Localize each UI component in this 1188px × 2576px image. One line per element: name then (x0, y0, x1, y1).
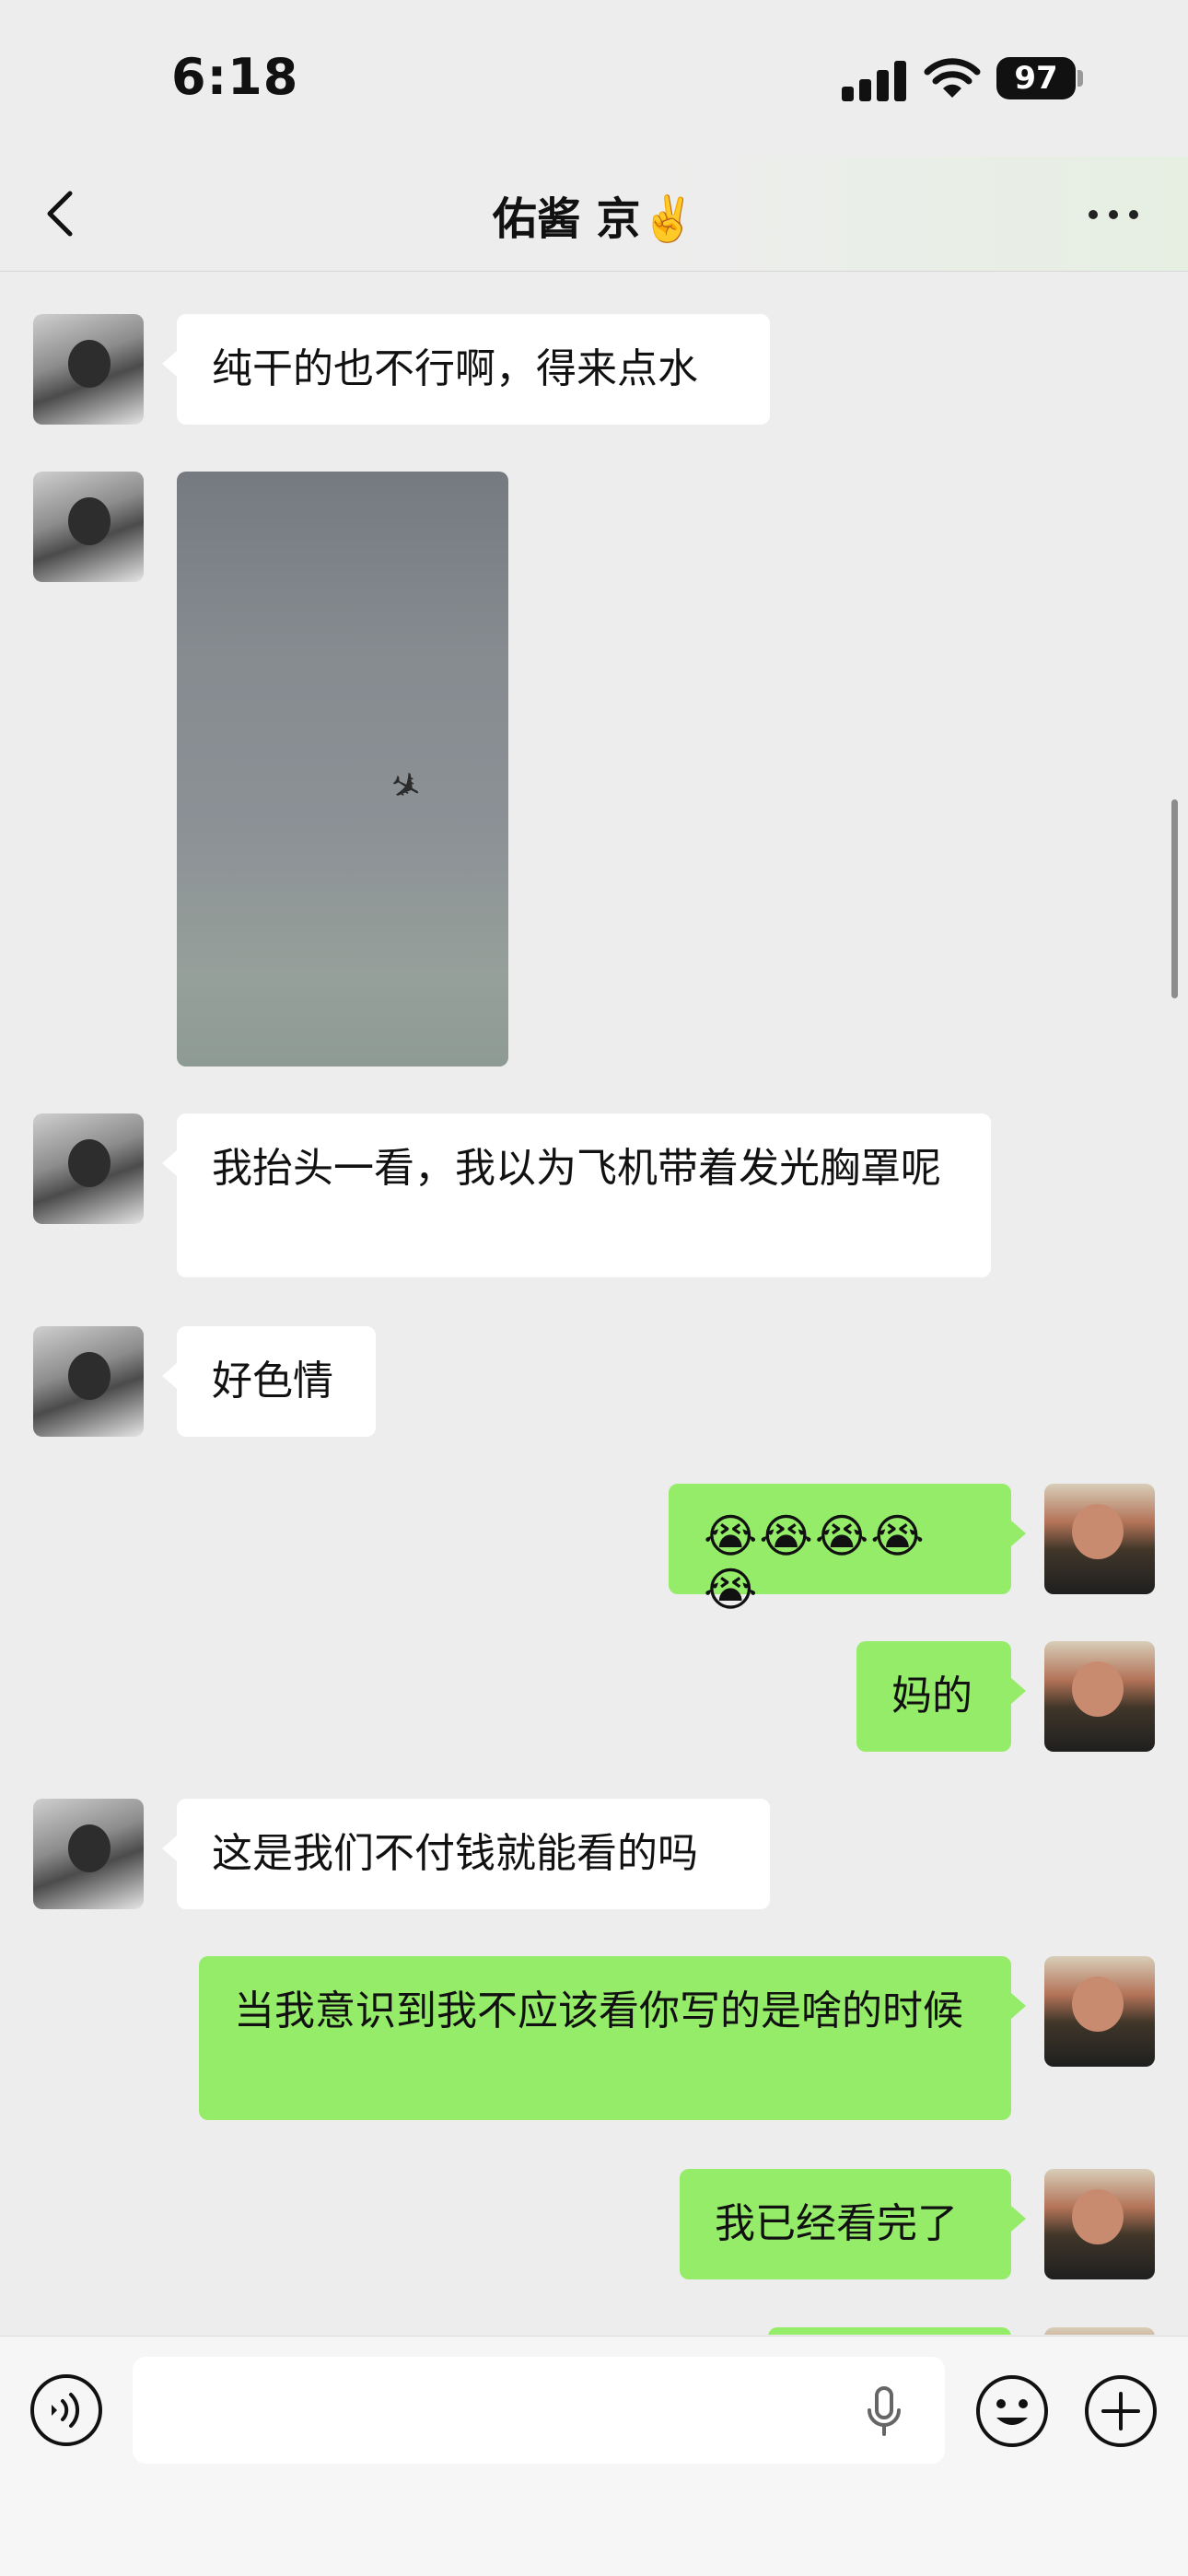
message-bubble-partial[interactable] (768, 2327, 1011, 2335)
smiley-icon[interactable] (974, 2373, 1050, 2449)
battery-tip (1077, 70, 1083, 87)
wifi-icon (924, 58, 981, 98)
friend-avatar[interactable] (33, 314, 144, 425)
friend-avatar[interactable] (33, 1113, 144, 1224)
input-bar (0, 2336, 1188, 2576)
my-avatar[interactable] (1044, 2169, 1155, 2279)
chat-header: 佑酱 京✌️ (0, 157, 1188, 272)
message-bubble[interactable]: 😭😭😭😭😭 (669, 1484, 1026, 1616)
my-avatar[interactable] (1044, 1641, 1155, 1752)
image-message[interactable]: ✈ (177, 472, 508, 1067)
my-avatar[interactable] (1044, 1484, 1155, 1594)
airplane-icon: ✈ (381, 761, 430, 814)
scrollbar[interactable] (1171, 799, 1178, 998)
message-bubble[interactable]: 这是我们不付钱就能看的吗 (162, 1799, 770, 1909)
message-bubble[interactable]: 我抬头一看，我以为飞机带着发光胸罩呢 (162, 1113, 991, 1277)
cellular-signal-icon (842, 61, 906, 101)
message-bubble[interactable]: 好色情 (162, 1326, 376, 1437)
friend-avatar[interactable] (33, 1326, 144, 1437)
ellipsis-icon[interactable] (1077, 184, 1151, 243)
message-input[interactable] (133, 2357, 945, 2464)
status-time: 6:18 (171, 48, 299, 106)
message-bubble[interactable]: 当我意识到我不应该看你写的是啥的时候 (199, 1956, 1026, 2120)
my-avatar[interactable] (1044, 1956, 1155, 2067)
plus-icon[interactable] (1083, 2373, 1159, 2449)
message-bubble[interactable]: 妈的 (856, 1641, 1026, 1752)
status-bar: 6:18 97 (0, 0, 1188, 157)
battery-level: 97 (996, 57, 1076, 99)
message-bubble[interactable]: 我已经看完了 (680, 2169, 1026, 2279)
my-avatar[interactable] (1044, 2327, 1155, 2335)
friend-avatar[interactable] (33, 1799, 144, 1909)
friend-avatar[interactable] (33, 472, 144, 582)
voice-icon[interactable] (29, 2373, 103, 2447)
message-bubble[interactable]: 纯干的也不行啊，得来点水 (162, 314, 770, 425)
microphone-icon[interactable] (855, 2381, 914, 2440)
chat-title: 佑酱 京✌️ (492, 193, 696, 245)
message-list[interactable]: 纯干的也不行啊，得来点水 ✈ 我抬头一看，我以为飞机带着发光胸罩呢 好色情 😭😭… (0, 272, 1188, 2335)
